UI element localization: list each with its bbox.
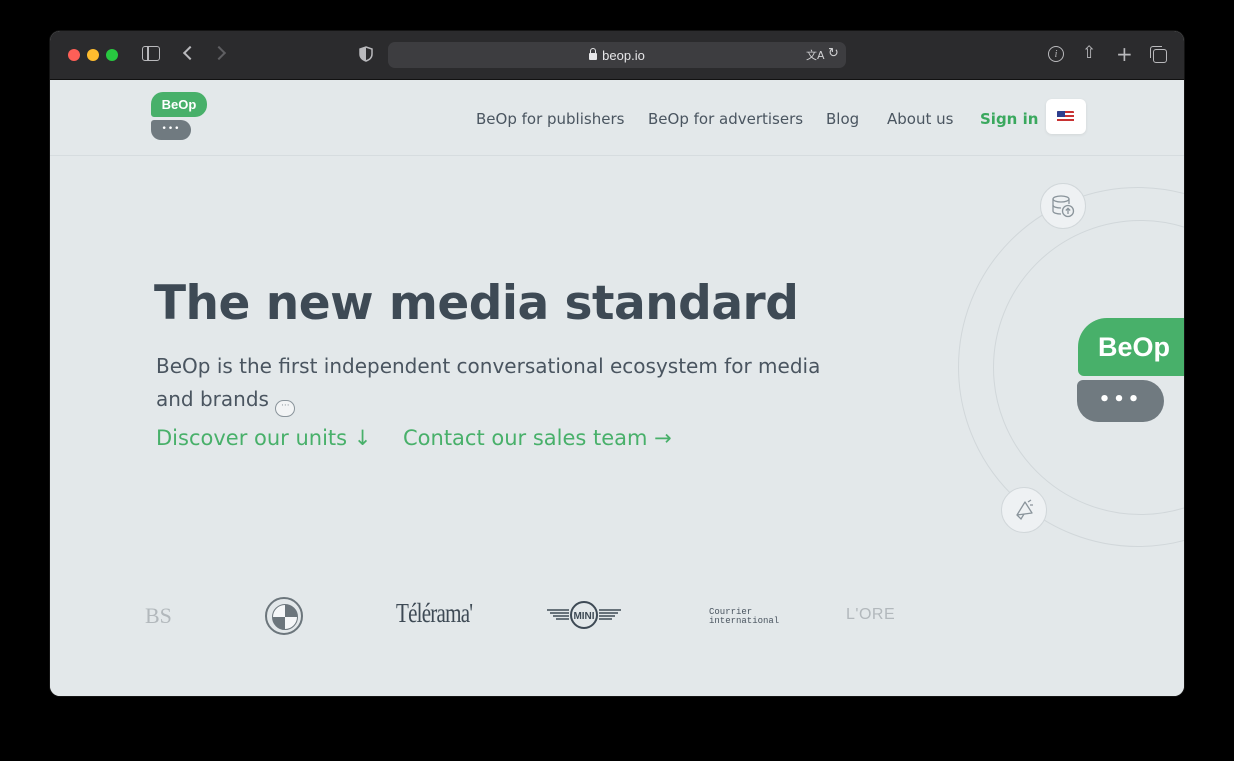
- site-header: BeOp ••• BeOp for publishers BeOp for ad…: [50, 80, 1184, 156]
- discover-units-link[interactable]: Discover our units ↓: [156, 426, 371, 450]
- sidebar-icon[interactable]: [142, 46, 160, 61]
- speech-bubble-icon: ···: [275, 400, 296, 417]
- hero-subtitle: BeOp is the first independent conversati…: [156, 350, 856, 417]
- brand-logo-partial: BS: [145, 603, 172, 628]
- web-page: BeOp ••• BeOp for publishers BeOp for ad…: [50, 80, 1184, 696]
- url-label: beop.io: [602, 48, 645, 63]
- share-icon[interactable]: ⇧: [1082, 43, 1096, 63]
- nav-link-blog[interactable]: Blog: [826, 110, 859, 128]
- mini-logo-text: MINI: [573, 611, 594, 622]
- hero-subtitle-text: BeOp is the first independent conversati…: [156, 354, 821, 411]
- forward-icon: [211, 45, 227, 61]
- bmw-logo-icon: [265, 597, 303, 635]
- beop-logo[interactable]: BeOp •••: [151, 92, 211, 142]
- database-upload-icon: [1040, 183, 1086, 229]
- new-tab-icon[interactable]: +: [1116, 42, 1133, 66]
- loreal-logo-partial: L'ORE: [846, 606, 896, 623]
- zoom-window-button[interactable]: [106, 49, 118, 61]
- courrier-line-2: international: [709, 616, 780, 626]
- info-icon[interactable]: i: [1048, 46, 1064, 62]
- back-icon[interactable]: [182, 45, 198, 61]
- us-flag-icon: [1057, 111, 1074, 123]
- nav-link-publishers[interactable]: BeOp for publishers: [476, 110, 624, 128]
- browser-toolbar: beop.io 文A ↻ i ⇧ +: [50, 31, 1184, 80]
- address-text: beop.io: [388, 48, 846, 63]
- dots-big-bubble: •••: [1077, 380, 1164, 422]
- telerama-logo: Télérama': [396, 598, 473, 628]
- translate-icon[interactable]: 文A: [806, 47, 825, 63]
- shield-icon[interactable]: [359, 46, 373, 62]
- hero-title: The new media standard: [154, 276, 799, 331]
- contact-sales-link[interactable]: Contact our sales team →: [403, 426, 672, 450]
- tabs-overview-icon[interactable]: [1150, 46, 1167, 63]
- sign-in-link[interactable]: Sign in: [980, 110, 1038, 128]
- nav-link-advertisers[interactable]: BeOp for advertisers: [648, 110, 803, 128]
- address-bar[interactable]: beop.io 文A ↻: [388, 42, 846, 68]
- nav-link-about[interactable]: About us: [887, 110, 953, 128]
- megaphone-icon: [1001, 487, 1047, 533]
- browser-window: beop.io 文A ↻ i ⇧ + BeOp ••• BeOp for pub…: [50, 31, 1184, 696]
- courrier-international-logo: Courrier international: [697, 608, 779, 626]
- minimize-window-button[interactable]: [87, 49, 99, 61]
- lock-icon: [589, 48, 598, 60]
- mini-logo-icon: MINI: [547, 601, 621, 629]
- logo-bubble-dots: •••: [151, 120, 191, 140]
- beop-big-bubble: BeOp: [1078, 318, 1184, 376]
- language-selector-button[interactable]: [1046, 99, 1086, 134]
- reload-icon[interactable]: ↻: [828, 46, 839, 61]
- logo-bubble-green: BeOp: [151, 92, 207, 117]
- close-window-button[interactable]: [68, 49, 80, 61]
